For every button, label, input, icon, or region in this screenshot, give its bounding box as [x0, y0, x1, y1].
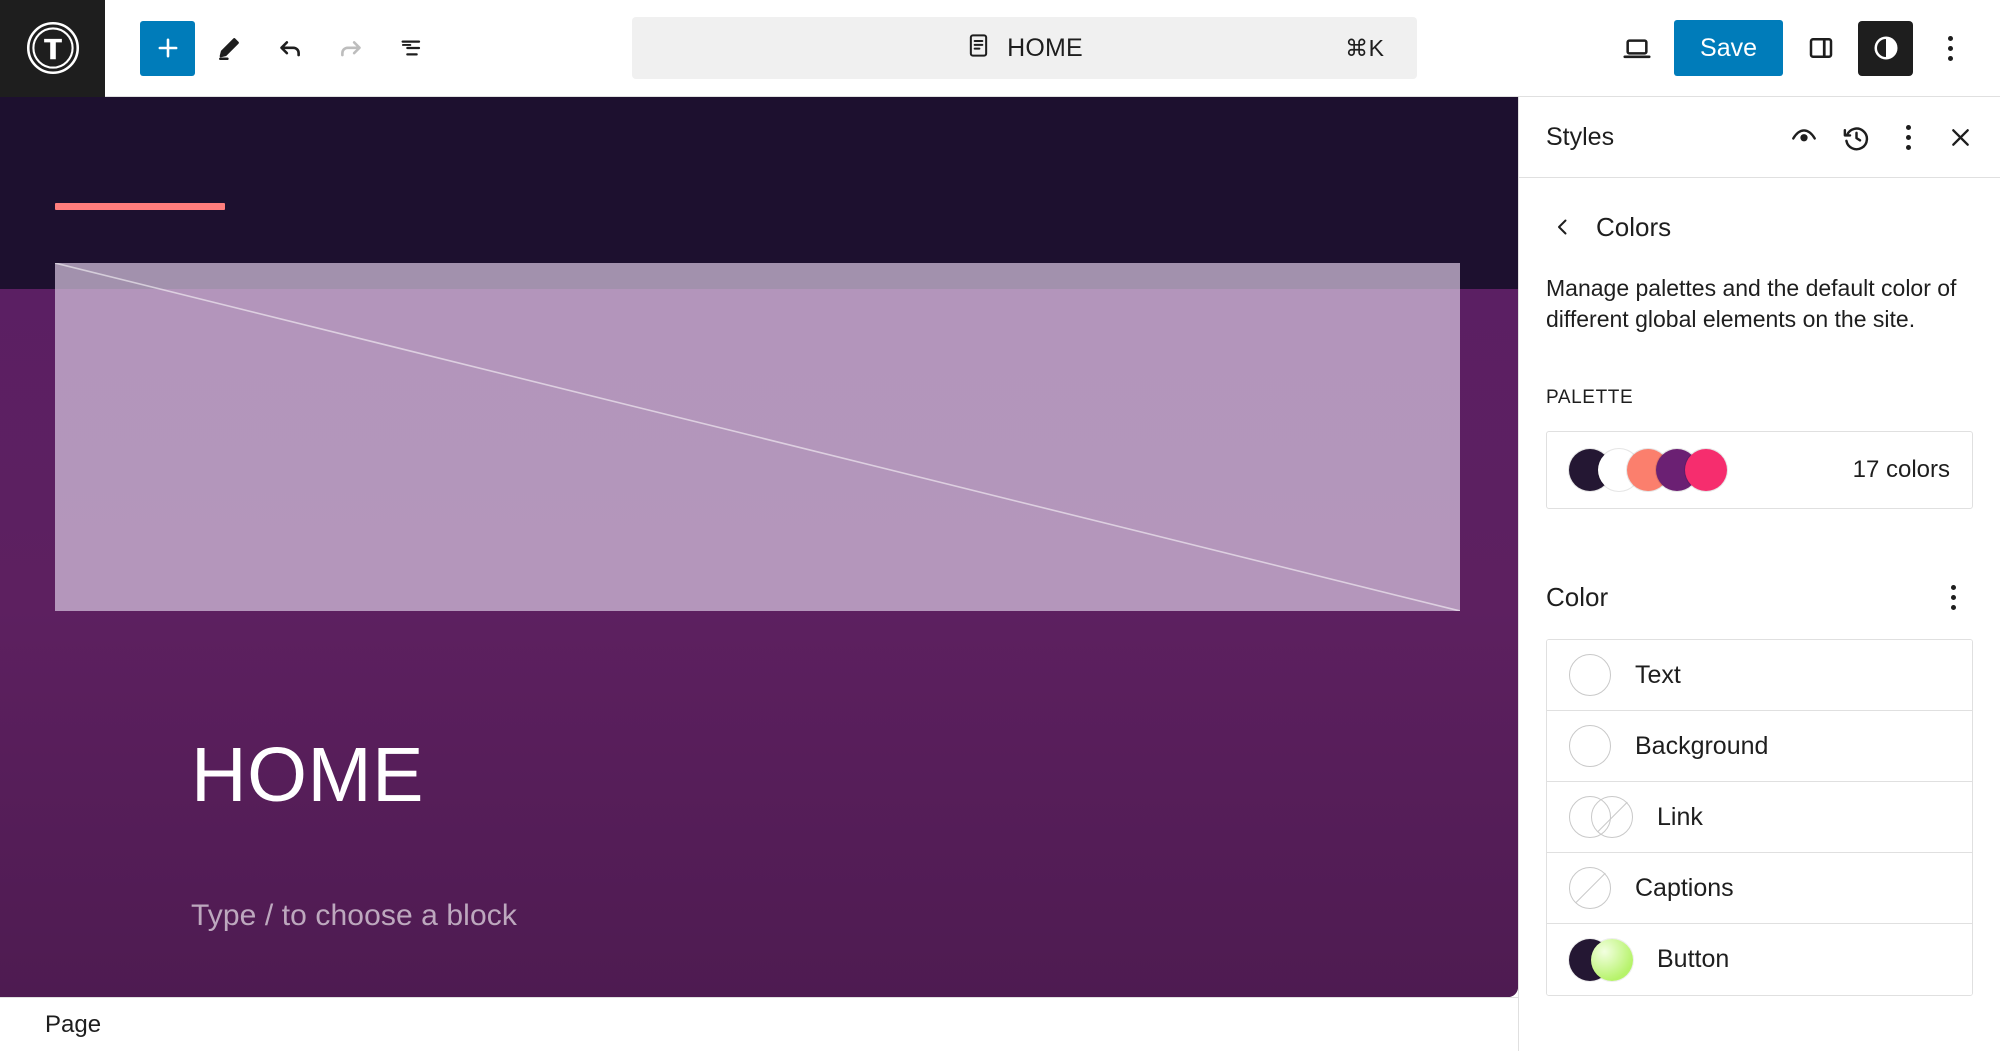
device-preview-button[interactable] [1609, 21, 1664, 76]
site-header-block[interactable] [0, 97, 1518, 289]
editor-top-bar: HOME ⌘K Save [0, 0, 2000, 97]
kebab-menu-icon [1906, 125, 1911, 150]
color-swatch-indicator [1569, 939, 1633, 981]
placeholder-diagonal-icon [55, 263, 1460, 611]
palette-section-label: PALETTE [1546, 387, 1973, 409]
eye-icon [1789, 122, 1819, 152]
palette-row-button[interactable]: 17 colors [1546, 431, 1973, 509]
styles-options-button[interactable] [1882, 111, 1934, 163]
color-elements-list: Text Background Link Captions Button [1546, 639, 1973, 996]
color-swatch-indicator [1569, 654, 1611, 696]
styles-toggle-button[interactable] [1858, 21, 1913, 76]
top-bar-right-actions: Save [1609, 20, 1978, 76]
undo-button[interactable] [262, 21, 317, 76]
color-row-label: Text [1635, 661, 1681, 690]
add-block-button[interactable] [140, 21, 195, 76]
status-bar-document-type: Page [45, 1011, 101, 1039]
command-bar-title: HOME [1007, 34, 1083, 63]
image-placeholder[interactable] [55, 263, 1460, 611]
empty-paragraph-placeholder[interactable]: Type / to choose a block [191, 899, 517, 933]
color-section-title: Color [1546, 582, 1933, 613]
swatch-circle [1591, 939, 1633, 981]
command-bar[interactable]: HOME ⌘K [632, 17, 1417, 79]
history-clock-icon [1841, 122, 1872, 153]
colors-heading: Colors [1596, 212, 1671, 243]
palette-swatch [1685, 449, 1727, 491]
color-row-label: Background [1635, 732, 1768, 761]
chevron-left-icon [1551, 215, 1575, 239]
swatch-circle [1591, 796, 1633, 838]
separator-block[interactable] [55, 203, 225, 210]
editor-options-button[interactable] [1923, 21, 1978, 76]
color-row-label: Link [1657, 803, 1703, 832]
styles-sidebar-header: Styles [1519, 97, 2000, 178]
colors-description: Manage palettes and the default color of… [1546, 273, 1973, 335]
canvas-inner: HOME Type / to choose a block [0, 97, 1518, 997]
redo-button[interactable] [323, 21, 378, 76]
revisions-button[interactable] [1830, 111, 1882, 163]
list-view-button[interactable] [384, 21, 439, 76]
palette-swatch-stack [1569, 449, 1853, 491]
color-row-text[interactable]: Text [1547, 640, 1972, 711]
styles-sidebar-body: Colors Manage palettes and the default c… [1519, 178, 2000, 996]
color-swatch-indicator [1569, 867, 1611, 909]
color-row-button[interactable]: Button [1547, 924, 1972, 995]
page-document-icon [965, 32, 992, 64]
command-bar-wrapper: HOME ⌘K [439, 17, 1609, 79]
palette-color-count: 17 colors [1853, 456, 1950, 484]
colors-back-button[interactable] [1546, 210, 1580, 244]
command-bar-center: HOME [632, 32, 1417, 64]
color-row-label: Captions [1635, 874, 1734, 903]
styles-panel-title: Styles [1546, 123, 1778, 152]
editor-status-bar: Page [0, 997, 1518, 1051]
tools-button[interactable] [201, 21, 256, 76]
color-section-header: Color [1546, 577, 1973, 617]
color-swatch-indicator [1569, 725, 1611, 767]
close-icon [1947, 124, 1974, 151]
editor-canvas[interactable]: HOME Type / to choose a block [0, 97, 1518, 997]
command-bar-shortcut: ⌘K [1345, 35, 1384, 62]
color-section-options-button[interactable] [1933, 577, 1973, 617]
page-title[interactable]: HOME [191, 737, 424, 814]
color-row-label: Button [1657, 945, 1729, 974]
style-book-button[interactable] [1778, 111, 1830, 163]
close-styles-button[interactable] [1934, 111, 1986, 163]
settings-sidebar-toggle[interactable] [1793, 21, 1848, 76]
colors-navigation: Colors [1546, 178, 1973, 244]
kebab-menu-icon [1948, 36, 1953, 61]
swatch-circle [1569, 654, 1611, 696]
color-row-captions[interactable]: Captions [1547, 853, 1972, 924]
editor-tools [140, 21, 439, 76]
editor-root: HOME ⌘K Save [0, 0, 2000, 1051]
wordpress-logo-icon[interactable] [0, 0, 105, 97]
color-swatch-indicator [1569, 796, 1633, 838]
swatch-circle [1569, 725, 1611, 767]
styles-sidebar: Styles [1518, 97, 2000, 1051]
kebab-menu-icon [1951, 585, 1956, 610]
swatch-circle [1569, 867, 1611, 909]
color-row-background[interactable]: Background [1547, 711, 1972, 782]
color-row-link[interactable]: Link [1547, 782, 1972, 853]
save-button[interactable]: Save [1674, 20, 1783, 76]
